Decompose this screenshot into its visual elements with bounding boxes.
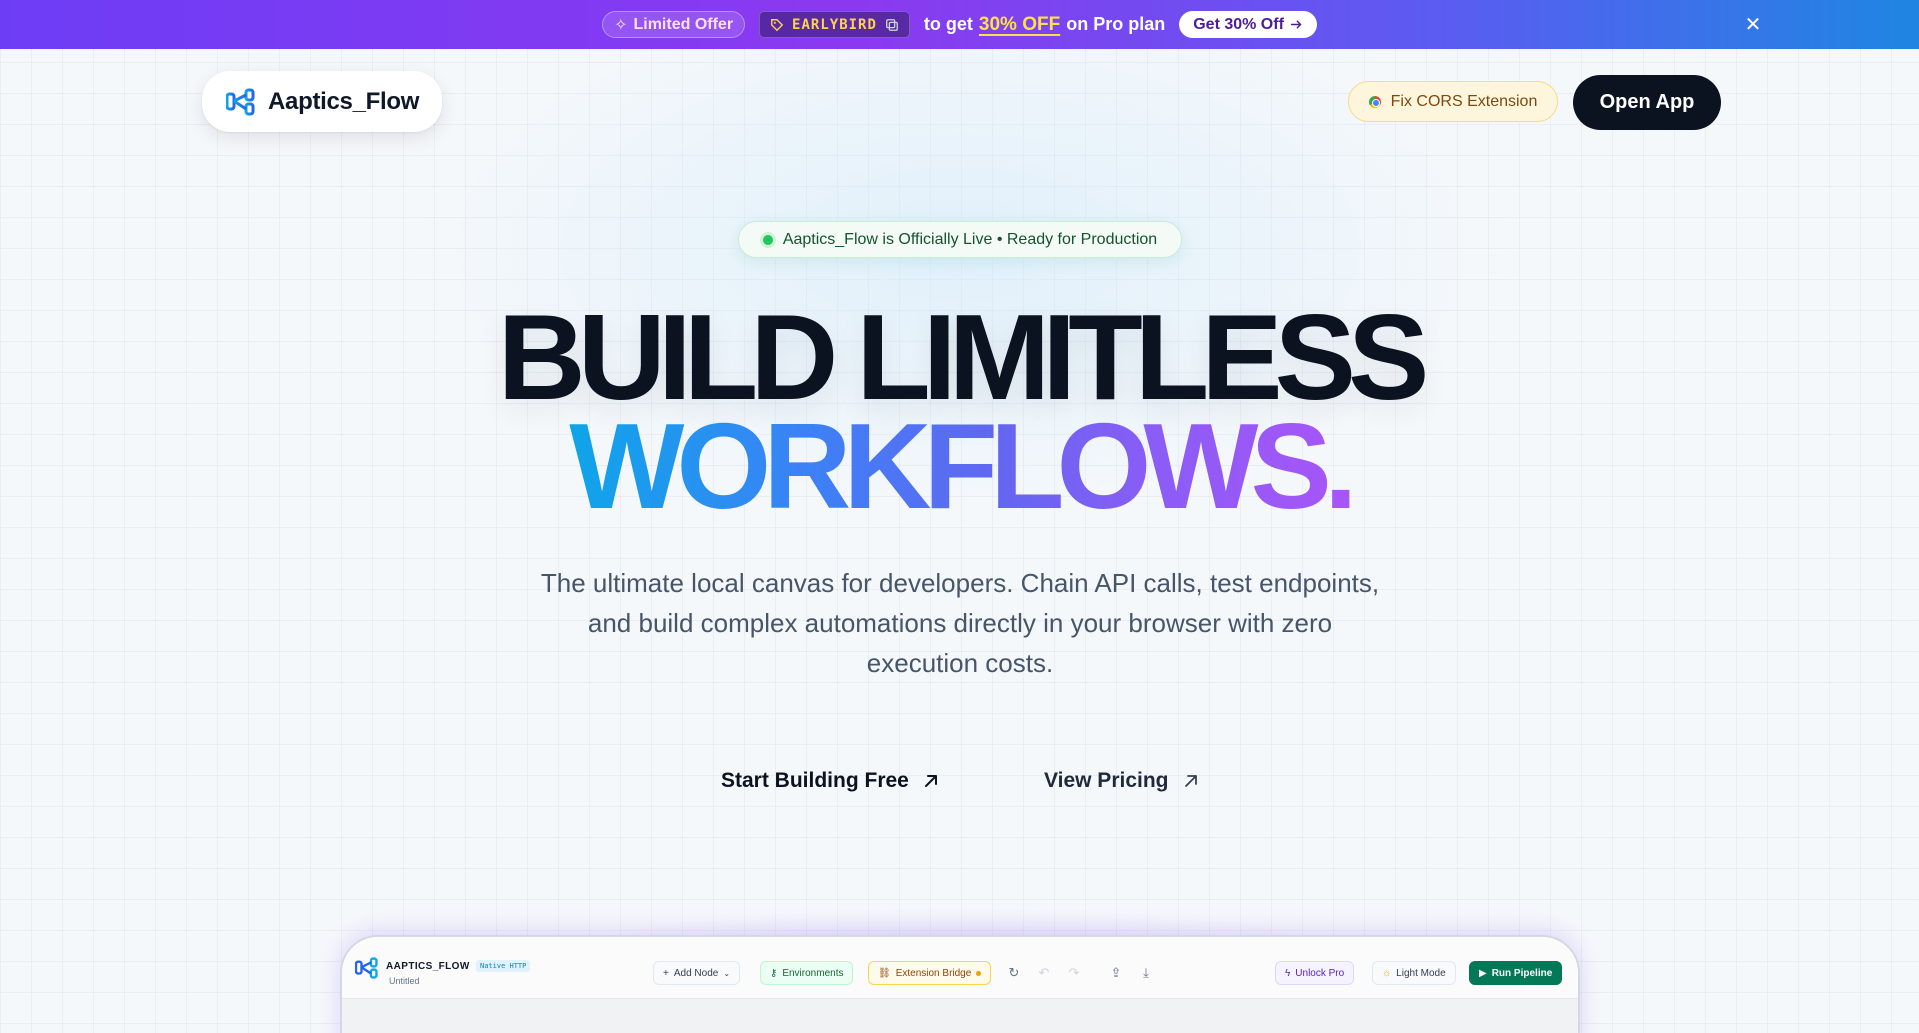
unlock-pro-label: Unlock Pro <box>1295 967 1345 979</box>
limited-offer-pill: ✧ Limited Offer <box>602 11 746 38</box>
reset-icon[interactable]: ↻ <box>1006 965 1022 981</box>
brand-logo-link[interactable]: Aaptics_Flow <box>202 71 442 132</box>
chrome-icon <box>1368 95 1381 108</box>
arrow-up-right-icon <box>924 775 937 787</box>
close-banner-icon[interactable]: ✕ <box>1741 12 1765 36</box>
bolt-icon: ϟ <box>1285 967 1291 979</box>
status-dot-icon <box>976 970 982 976</box>
promo-text-suffix: on Pro plan <box>1066 13 1166 34</box>
workflow-name[interactable]: Untitled <box>389 976 420 986</box>
download-icon[interactable]: ⤓ <box>1138 965 1154 981</box>
extension-bridge-label: Extension Bridge <box>895 967 972 979</box>
copy-icon[interactable] <box>885 18 899 32</box>
run-pipeline-button[interactable]: ▶ Run Pipeline <box>1469 961 1563 985</box>
flow-logo-icon <box>355 957 378 979</box>
play-icon: ▶ <box>1479 967 1487 979</box>
key-icon: ⚷ <box>770 967 778 979</box>
app-preview-toolbar: AAPTICS_FLOW Native HTTP Untitled + Add … <box>342 937 1578 999</box>
unlock-pro-button[interactable]: ϟ Unlock Pro <box>1275 961 1355 985</box>
preview-app-title: AAPTICS_FLOW <box>386 961 470 972</box>
headline-line-2: WORKFLOWS. <box>0 405 1919 527</box>
get-discount-label: Get 30% Off <box>1193 15 1284 33</box>
app-preview-window: AAPTICS_FLOW Native HTTP Untitled + Add … <box>340 935 1580 1033</box>
extension-bridge-button[interactable]: ⛓ Extension Bridge <box>868 961 992 985</box>
promo-message: to get 30% OFF on Pro plan <box>924 14 1165 36</box>
view-pricing-label: View Pricing <box>1044 769 1169 792</box>
native-http-badge: Native HTTP <box>476 960 531 972</box>
light-mode-label: Light Mode <box>1396 967 1446 979</box>
live-status-text: Aaptics_Flow is Officially Live • Ready … <box>782 230 1158 248</box>
get-discount-button[interactable]: Get 30% Off <box>1179 11 1317 38</box>
promo-discount: 30% OFF <box>978 13 1061 35</box>
environments-button[interactable]: ⚷ Environments <box>760 961 854 985</box>
headline-gradient-text: WORKFLOWS. <box>569 398 1358 534</box>
promo-text-prefix: to get <box>923 13 973 34</box>
promo-code-text: EARLYBIRD <box>792 16 877 33</box>
redo-icon[interactable]: ↷ <box>1066 965 1082 981</box>
fix-cors-extension-button[interactable]: Fix CORS Extension <box>1348 81 1558 122</box>
add-node-button[interactable]: + Add Node ⌄ <box>653 961 741 985</box>
flow-logo-icon <box>226 88 255 115</box>
limited-offer-label: Limited Offer <box>633 15 734 33</box>
environments-label: Environments <box>782 967 844 979</box>
sparkle-icon: ✧ <box>614 16 628 34</box>
plus-icon: + <box>663 967 669 979</box>
live-status-badge: Aaptics_Flow is Officially Live • Ready … <box>738 221 1182 258</box>
chevron-down-icon: ⌄ <box>723 968 731 978</box>
add-node-label: Add Node <box>673 967 719 979</box>
view-pricing-link[interactable]: View Pricing <box>1044 766 1199 796</box>
undo-icon[interactable]: ↶ <box>1036 965 1052 981</box>
promo-banner: ✧ Limited Offer EARLYBIRD to get 30% OFF… <box>0 0 1919 49</box>
start-building-label: Start Building Free <box>721 769 909 792</box>
brand-name: Aaptics_Flow <box>268 87 420 115</box>
arrow-up-right-icon <box>1184 775 1197 787</box>
live-dot-icon <box>762 234 773 245</box>
tag-icon <box>771 18 784 31</box>
light-mode-toggle[interactable]: ☼ Light Mode <box>1372 961 1456 985</box>
run-pipeline-label: Run Pipeline <box>1491 967 1553 979</box>
promo-code-chip[interactable]: EARLYBIRD <box>759 11 910 38</box>
fix-cors-label: Fix CORS Extension <box>1390 92 1538 110</box>
hero-subtitle: The ultimate local canvas for developers… <box>540 568 1380 678</box>
open-app-button[interactable]: Open App <box>1573 75 1721 130</box>
sun-icon: ☼ <box>1382 967 1392 979</box>
start-building-free-link[interactable]: Start Building Free <box>721 766 939 796</box>
upload-icon[interactable]: ⇪ <box>1108 965 1124 981</box>
app-preview-canvas[interactable] <box>342 999 1578 1033</box>
arrow-right-icon <box>1290 20 1302 29</box>
link-icon: ⛓ <box>878 967 891 979</box>
